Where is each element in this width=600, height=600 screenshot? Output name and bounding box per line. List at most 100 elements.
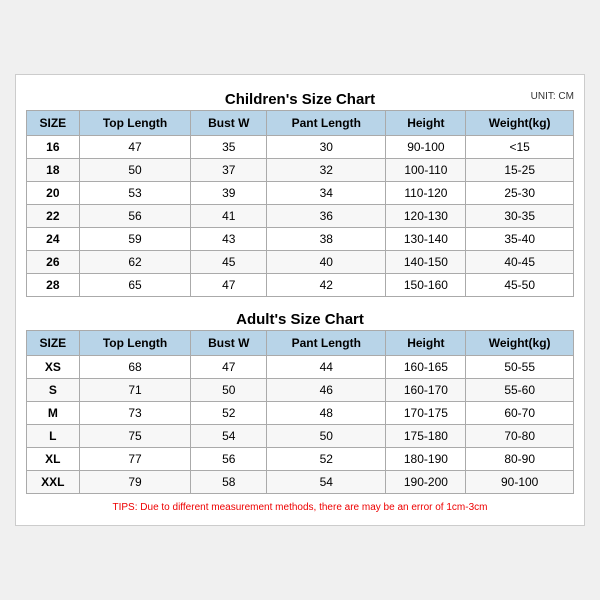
adult-col-height: Height	[386, 331, 466, 356]
tips-text: TIPS: Due to different measurement metho…	[26, 500, 574, 515]
table-cell: 50	[267, 425, 386, 448]
table-cell: 130-140	[386, 228, 466, 251]
col-bust-w: Bust W	[191, 111, 267, 136]
table-cell: 15-25	[466, 159, 574, 182]
table-cell: 56	[79, 205, 191, 228]
table-cell: 22	[27, 205, 80, 228]
table-cell: 43	[191, 228, 267, 251]
children-section-title: Children's Size Chart UNIT: CM	[26, 85, 574, 110]
table-cell: 110-120	[386, 182, 466, 205]
col-weight: Weight(kg)	[466, 111, 574, 136]
table-cell: XXL	[27, 471, 80, 494]
table-cell: 73	[79, 402, 191, 425]
table-cell: 40-45	[466, 251, 574, 274]
adults-section-title: Adult's Size Chart	[26, 305, 574, 330]
adult-col-pant-length: Pant Length	[267, 331, 386, 356]
chart-container: Children's Size Chart UNIT: CM SIZE Top …	[15, 74, 585, 526]
table-cell: 54	[267, 471, 386, 494]
table-row: 22564136120-13030-35	[27, 205, 574, 228]
table-row: 24594338130-14035-40	[27, 228, 574, 251]
adults-header-row: SIZE Top Length Bust W Pant Length Heigh…	[27, 331, 574, 356]
table-cell: 55-60	[466, 379, 574, 402]
table-cell: 52	[267, 448, 386, 471]
table-cell: 53	[79, 182, 191, 205]
table-cell: 100-110	[386, 159, 466, 182]
table-cell: 80-90	[466, 448, 574, 471]
table-cell: 47	[191, 356, 267, 379]
col-pant-length: Pant Length	[267, 111, 386, 136]
table-row: L755450175-18070-80	[27, 425, 574, 448]
adults-size-table: SIZE Top Length Bust W Pant Length Heigh…	[26, 330, 574, 494]
table-cell: 38	[267, 228, 386, 251]
table-cell: 48	[267, 402, 386, 425]
table-cell: 60-70	[466, 402, 574, 425]
table-cell: S	[27, 379, 80, 402]
table-cell: 140-150	[386, 251, 466, 274]
table-cell: 16	[27, 136, 80, 159]
table-cell: 65	[79, 274, 191, 297]
table-cell: 24	[27, 228, 80, 251]
table-cell: 18	[27, 159, 80, 182]
table-cell: <15	[466, 136, 574, 159]
table-cell: 62	[79, 251, 191, 274]
col-height: Height	[386, 111, 466, 136]
table-cell: 28	[27, 274, 80, 297]
table-row: XL775652180-19080-90	[27, 448, 574, 471]
table-cell: 90-100	[466, 471, 574, 494]
table-cell: 75	[79, 425, 191, 448]
adult-col-size: SIZE	[27, 331, 80, 356]
table-row: XXL795854190-20090-100	[27, 471, 574, 494]
table-cell: 42	[267, 274, 386, 297]
table-row: 20533934110-12025-30	[27, 182, 574, 205]
table-cell: 32	[267, 159, 386, 182]
table-cell: 25-30	[466, 182, 574, 205]
table-cell: 160-165	[386, 356, 466, 379]
table-row: S715046160-17055-60	[27, 379, 574, 402]
table-cell: 79	[79, 471, 191, 494]
table-cell: 160-170	[386, 379, 466, 402]
children-title-text: Children's Size Chart	[225, 91, 375, 108]
table-cell: 34	[267, 182, 386, 205]
table-row: 1647353090-100<15	[27, 136, 574, 159]
table-cell: L	[27, 425, 80, 448]
adult-col-bust-w: Bust W	[191, 331, 267, 356]
table-cell: 30	[267, 136, 386, 159]
table-cell: 56	[191, 448, 267, 471]
table-row: 18503732100-11015-25	[27, 159, 574, 182]
table-cell: 52	[191, 402, 267, 425]
table-cell: 120-130	[386, 205, 466, 228]
table-cell: 40	[267, 251, 386, 274]
table-cell: XL	[27, 448, 80, 471]
unit-label: UNIT: CM	[531, 91, 574, 102]
table-row: 26624540140-15040-45	[27, 251, 574, 274]
adult-col-top-length: Top Length	[79, 331, 191, 356]
table-cell: 37	[191, 159, 267, 182]
col-top-length: Top Length	[79, 111, 191, 136]
table-cell: 47	[191, 274, 267, 297]
children-header-row: SIZE Top Length Bust W Pant Length Heigh…	[27, 111, 574, 136]
table-cell: M	[27, 402, 80, 425]
table-row: XS684744160-16550-55	[27, 356, 574, 379]
table-row: 28654742150-16045-50	[27, 274, 574, 297]
table-cell: 35	[191, 136, 267, 159]
table-cell: 180-190	[386, 448, 466, 471]
adult-col-weight: Weight(kg)	[466, 331, 574, 356]
table-cell: 58	[191, 471, 267, 494]
table-row: M735248170-17560-70	[27, 402, 574, 425]
table-cell: 39	[191, 182, 267, 205]
table-cell: 70-80	[466, 425, 574, 448]
table-cell: 44	[267, 356, 386, 379]
table-cell: 35-40	[466, 228, 574, 251]
table-cell: 50	[191, 379, 267, 402]
table-cell: XS	[27, 356, 80, 379]
table-cell: 150-160	[386, 274, 466, 297]
table-cell: 36	[267, 205, 386, 228]
table-cell: 50	[79, 159, 191, 182]
table-cell: 190-200	[386, 471, 466, 494]
children-size-table: SIZE Top Length Bust W Pant Length Heigh…	[26, 110, 574, 297]
table-cell: 59	[79, 228, 191, 251]
table-cell: 50-55	[466, 356, 574, 379]
table-cell: 20	[27, 182, 80, 205]
table-cell: 175-180	[386, 425, 466, 448]
table-cell: 170-175	[386, 402, 466, 425]
